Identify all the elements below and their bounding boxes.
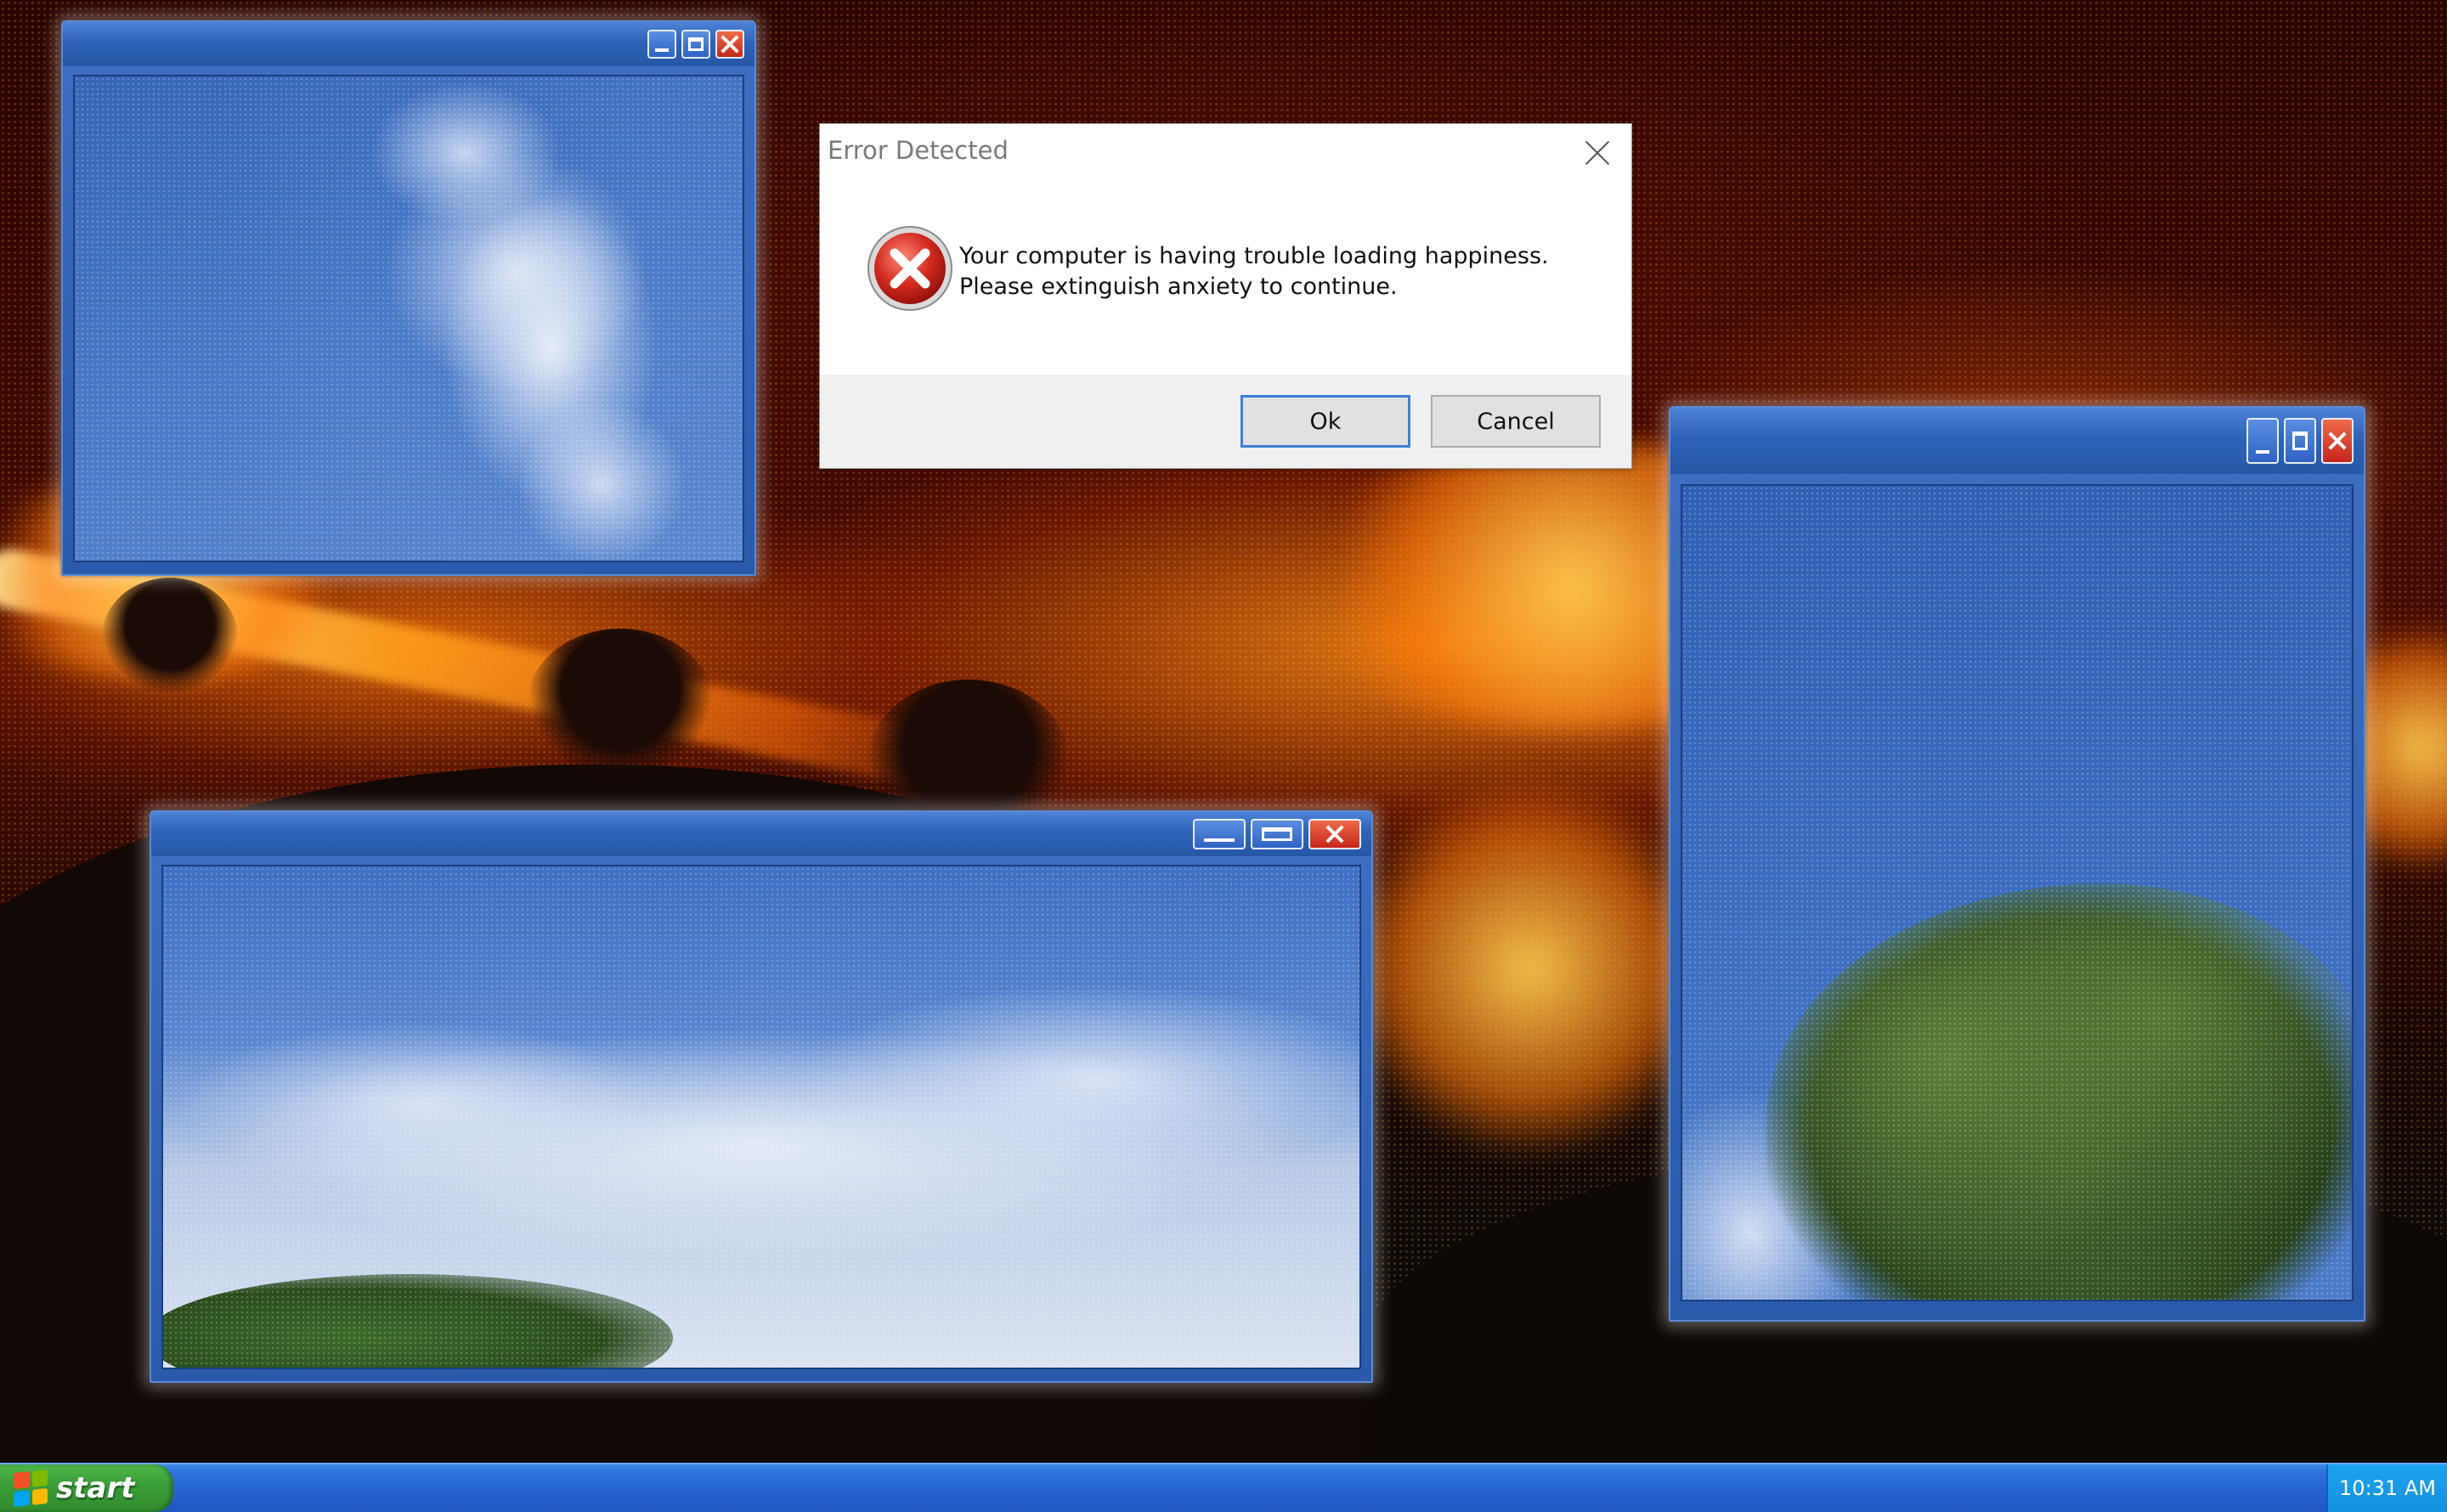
start-button[interactable]: start bbox=[0, 1464, 173, 1512]
ok-button[interactable]: Ok bbox=[1240, 395, 1410, 448]
title-bar[interactable] bbox=[1670, 408, 2364, 474]
close-icon bbox=[721, 35, 739, 54]
dialog-body: Your computer is having trouble loading … bbox=[820, 182, 1631, 375]
message-line-2: Please extinguish anxiety to continue. bbox=[959, 274, 1398, 300]
clouds-photo bbox=[161, 865, 1361, 1369]
tree-silhouette bbox=[527, 629, 714, 781]
dialog-title-bar[interactable]: Error Detected bbox=[820, 124, 1631, 182]
maximize-icon bbox=[688, 37, 704, 51]
close-icon bbox=[2328, 432, 2347, 450]
windows-logo-icon bbox=[14, 1469, 48, 1508]
close-button[interactable] bbox=[2321, 418, 2354, 464]
maximize-button[interactable] bbox=[681, 30, 710, 59]
maximize-button[interactable] bbox=[1251, 819, 1303, 849]
error-icon bbox=[867, 226, 952, 311]
minimize-button[interactable] bbox=[1193, 819, 1246, 849]
minimize-icon bbox=[2256, 450, 2269, 454]
title-bar[interactable] bbox=[63, 22, 754, 66]
taskbar: start 10:31 AM bbox=[0, 1463, 2447, 1512]
dialog-title: Error Detected bbox=[828, 136, 1009, 165]
close-icon[interactable] bbox=[1584, 139, 1611, 166]
close-icon bbox=[1325, 825, 1344, 843]
tree-foliage bbox=[1766, 883, 2352, 1300]
message-line-1: Your computer is having trouble loading … bbox=[959, 243, 1549, 269]
title-bar[interactable] bbox=[151, 812, 1371, 856]
clock[interactable]: 10:31 AM bbox=[2339, 1476, 2436, 1500]
minimize-button[interactable] bbox=[2246, 418, 2279, 464]
start-label: start bbox=[56, 1471, 135, 1505]
error-dialog[interactable]: Error Detected Your computer is having t… bbox=[819, 123, 1632, 469]
clouds-photo bbox=[73, 75, 744, 562]
maximize-icon bbox=[2292, 432, 2308, 450]
tree-photo bbox=[1681, 484, 2354, 1301]
dialog-footer: Ok Cancel bbox=[820, 375, 1631, 468]
maximize-icon bbox=[1262, 827, 1292, 841]
system-tray: 10:31 AM bbox=[2326, 1464, 2447, 1512]
sky-window-right[interactable] bbox=[1669, 406, 2365, 1322]
fire-glow bbox=[1359, 764, 1699, 1172]
dialog-message: Your computer is having trouble loading … bbox=[959, 241, 1549, 302]
close-button[interactable] bbox=[1308, 819, 1361, 849]
cancel-button[interactable]: Cancel bbox=[1431, 395, 1601, 448]
maximize-button[interactable] bbox=[2284, 418, 2316, 464]
tree-silhouette bbox=[102, 578, 238, 697]
minimize-button[interactable] bbox=[647, 30, 676, 59]
sky-window-top-left[interactable] bbox=[61, 20, 756, 576]
bush-foliage bbox=[163, 1274, 673, 1368]
close-button[interactable] bbox=[715, 30, 744, 59]
minimize-icon bbox=[655, 48, 669, 52]
minimize-icon bbox=[1204, 838, 1235, 842]
sky-window-bottom[interactable] bbox=[150, 810, 1373, 1383]
